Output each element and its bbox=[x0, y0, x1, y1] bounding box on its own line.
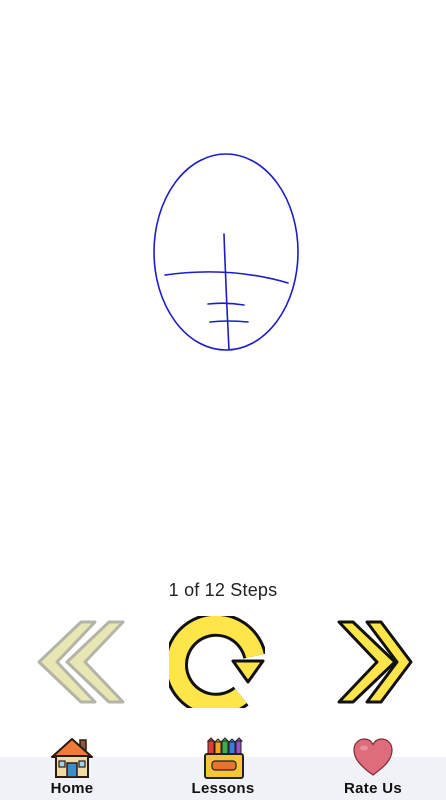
previous-step-button[interactable] bbox=[33, 616, 125, 708]
step-counter: 1 of 12 Steps bbox=[168, 580, 278, 600]
head-sketch bbox=[153, 153, 299, 351]
app-screen: 1 of 12 Steps Home Lessons Rate Us bbox=[0, 0, 446, 800]
mouth-guide-line bbox=[209, 320, 249, 323]
crayon-box-icon bbox=[204, 737, 244, 779]
house-icon bbox=[51, 738, 93, 778]
bottom-nav-bar: Home Lessons Rate Us bbox=[0, 737, 446, 800]
nav-rate-us[interactable]: Rate Us bbox=[318, 737, 428, 800]
replay-button[interactable] bbox=[164, 612, 267, 717]
nav-home[interactable]: Home bbox=[17, 737, 127, 800]
double-chevron-right-icon bbox=[337, 620, 413, 704]
replay-icon bbox=[164, 612, 267, 717]
heart-icon bbox=[353, 738, 393, 776]
double-chevron-left-icon bbox=[37, 620, 125, 704]
nav-lessons-label: Lessons bbox=[191, 780, 255, 797]
next-step-button[interactable] bbox=[323, 616, 415, 708]
nav-rate-us-label: Rate Us bbox=[344, 780, 402, 797]
drawing-canvas bbox=[0, 0, 446, 570]
nav-home-label: Home bbox=[50, 780, 94, 797]
vertical-guide bbox=[223, 233, 230, 351]
nav-lessons[interactable]: Lessons bbox=[168, 737, 278, 800]
